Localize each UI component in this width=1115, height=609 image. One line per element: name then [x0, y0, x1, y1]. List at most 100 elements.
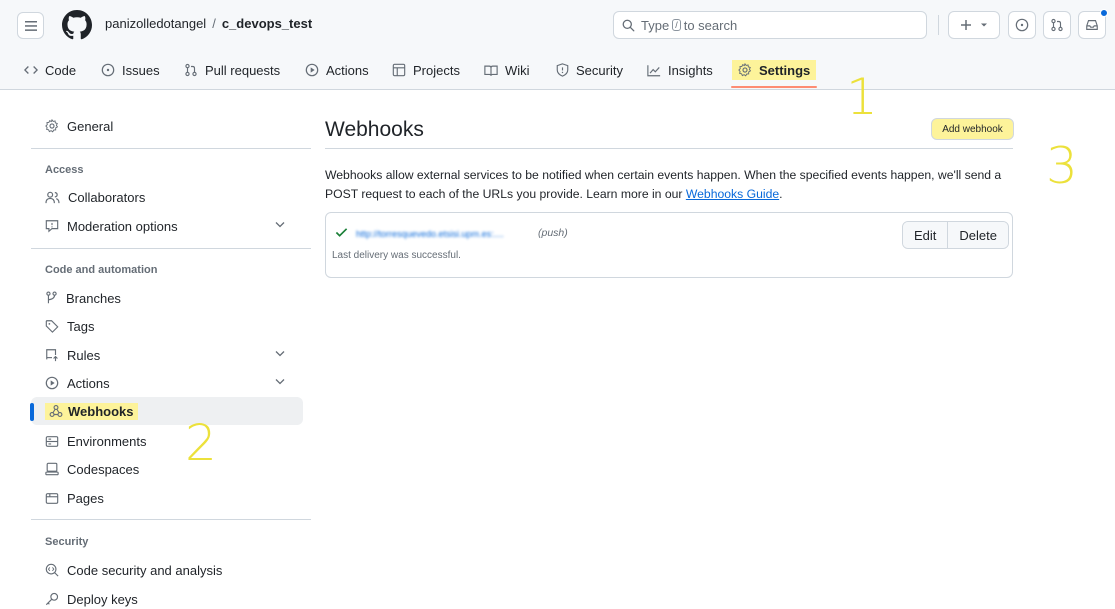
tab-wiki[interactable]: Wiki	[484, 60, 530, 80]
sidebar-item-pages[interactable]: Pages	[31, 484, 303, 512]
webhook-url-link[interactable]: http://torresquevedo.etsisi.upm.es:....	[356, 229, 504, 239]
gear-icon	[738, 63, 752, 77]
hamburger-icon	[24, 20, 37, 31]
sidebar-item-label: Deploy keys	[67, 591, 138, 607]
tab-issues[interactable]: Issues	[101, 60, 160, 80]
book-icon	[484, 65, 498, 76]
table-icon	[392, 63, 406, 77]
sidebar-item-collaborators[interactable]: Collaborators	[31, 183, 303, 211]
create-new-button[interactable]	[948, 11, 1000, 39]
repo-push-icon	[46, 349, 58, 362]
path-separator: /	[212, 16, 216, 31]
webhooks-guide-link[interactable]: Webhooks Guide	[686, 187, 779, 201]
delivery-status: Last delivery was successful.	[332, 250, 461, 261]
sidebar-item-webhooks[interactable]: Webhooks	[30, 397, 303, 425]
tab-label: Projects	[413, 62, 460, 78]
search-input[interactable]: Type / to search	[613, 11, 927, 39]
search-prefix: Type	[641, 17, 670, 33]
sidebar-heading-security: Security	[45, 536, 89, 548]
tab-security[interactable]: Security	[556, 60, 623, 80]
sidebar-item-tags[interactable]: Tags	[31, 312, 303, 340]
add-webhook-button[interactable]: Add webhook	[931, 118, 1014, 140]
tab-label: Code	[45, 62, 77, 78]
tab-actions[interactable]: Actions	[305, 60, 369, 80]
tab-label: Wiki	[505, 62, 530, 78]
webhooks-highlight: Webhooks	[45, 402, 138, 420]
sidebar-item-actions[interactable]: Actions	[31, 369, 303, 397]
tab-pull-requests[interactable]: Pull requests	[184, 60, 280, 80]
sidebar-heading-access: Access	[45, 164, 84, 176]
graph-icon	[647, 64, 661, 76]
intro-end: .	[779, 187, 783, 201]
codespaces-icon	[45, 462, 59, 476]
tab-code[interactable]: Code	[24, 60, 76, 80]
tab-label: Settings	[759, 62, 811, 78]
selected-tab-underline	[731, 86, 817, 88]
webhook-list-item: http://torresquevedo.etsisi.upm.es:.... …	[325, 212, 1013, 278]
issue-opened-icon	[1015, 18, 1029, 32]
title-divider	[325, 148, 1013, 149]
annotation-step-2: 2	[185, 414, 217, 472]
issue-opened-icon	[101, 63, 115, 77]
sidebar-divider	[31, 148, 311, 149]
tag-icon	[45, 320, 59, 333]
play-icon	[45, 376, 59, 390]
sidebar-item-label: Pages	[67, 490, 104, 506]
webhook-events: (push)	[538, 227, 568, 239]
git-pull-request-icon	[185, 63, 197, 77]
top-bar: panizolledotangel / c_devops_test Type / t…	[0, 0, 1115, 50]
sidebar-item-label: Collaborators	[68, 189, 146, 205]
chevron-down-icon[interactable]	[275, 350, 285, 357]
report-icon	[45, 220, 59, 233]
active-indicator	[30, 403, 34, 421]
sidebar-item-codespaces[interactable]: Codespaces	[31, 455, 303, 483]
sidebar-item-label: Branches	[66, 290, 121, 306]
pull-requests-button[interactable]	[1043, 11, 1071, 39]
sidebar-item-label: Codespaces	[67, 461, 140, 477]
sidebar-item-label: Webhooks	[68, 403, 134, 419]
tab-label: Actions	[326, 62, 369, 78]
sidebar-divider	[31, 519, 311, 520]
tab-label: Issues	[122, 62, 160, 78]
shield-icon	[556, 63, 569, 77]
git-pull-request-icon	[1051, 18, 1063, 32]
menu-button[interactable]	[17, 12, 44, 39]
sidebar-item-deploy-keys[interactable]: Deploy keys	[31, 585, 303, 609]
sidebar-item-code-security[interactable]: Code security and analysis	[31, 556, 303, 584]
annotation-step-3: 3	[1046, 137, 1078, 195]
owner-link[interactable]: panizolledotangel	[105, 16, 206, 31]
people-icon	[45, 191, 60, 203]
webhook-icon	[49, 405, 63, 417]
tab-projects[interactable]: Projects	[392, 60, 460, 80]
chevron-down-icon[interactable]	[275, 378, 285, 385]
codescan-icon	[45, 563, 59, 577]
annotation-step-1: 1	[846, 68, 878, 126]
code-icon	[24, 66, 38, 74]
play-icon	[305, 63, 319, 77]
repo-link[interactable]: c_devops_test	[222, 16, 312, 31]
sidebar-item-label: Actions	[67, 375, 110, 391]
tab-insights[interactable]: Insights	[647, 60, 713, 80]
sidebar-item-label: Code security and analysis	[67, 562, 223, 578]
sidebar-item-general[interactable]: General	[31, 112, 303, 140]
chevron-down-icon[interactable]	[275, 221, 285, 228]
search-icon	[622, 19, 635, 31]
sidebar-item-label: Tags	[67, 318, 95, 334]
github-logo-icon[interactable]	[62, 10, 92, 40]
sidebar-item-rules[interactable]: Rules	[31, 341, 303, 369]
inbox-button[interactable]	[1078, 9, 1108, 39]
sidebar-item-branches[interactable]: Branches	[31, 284, 303, 312]
header-divider	[938, 15, 939, 35]
sidebar-item-environments[interactable]: Environments	[31, 427, 303, 455]
issues-button[interactable]	[1008, 11, 1036, 39]
notification-dot	[1100, 9, 1108, 17]
edit-button[interactable]: Edit	[903, 222, 948, 248]
repo-header: panizolledotangel / c_devops_test Type / t…	[0, 0, 1115, 90]
browser-icon	[45, 492, 59, 504]
sidebar-item-moderation[interactable]: Moderation options	[31, 212, 303, 240]
tab-settings[interactable]: Settings	[732, 60, 817, 80]
sidebar-divider	[31, 248, 311, 249]
gear-icon	[45, 119, 59, 133]
delete-button[interactable]: Delete	[948, 222, 1008, 248]
inbox-icon	[1086, 20, 1098, 30]
